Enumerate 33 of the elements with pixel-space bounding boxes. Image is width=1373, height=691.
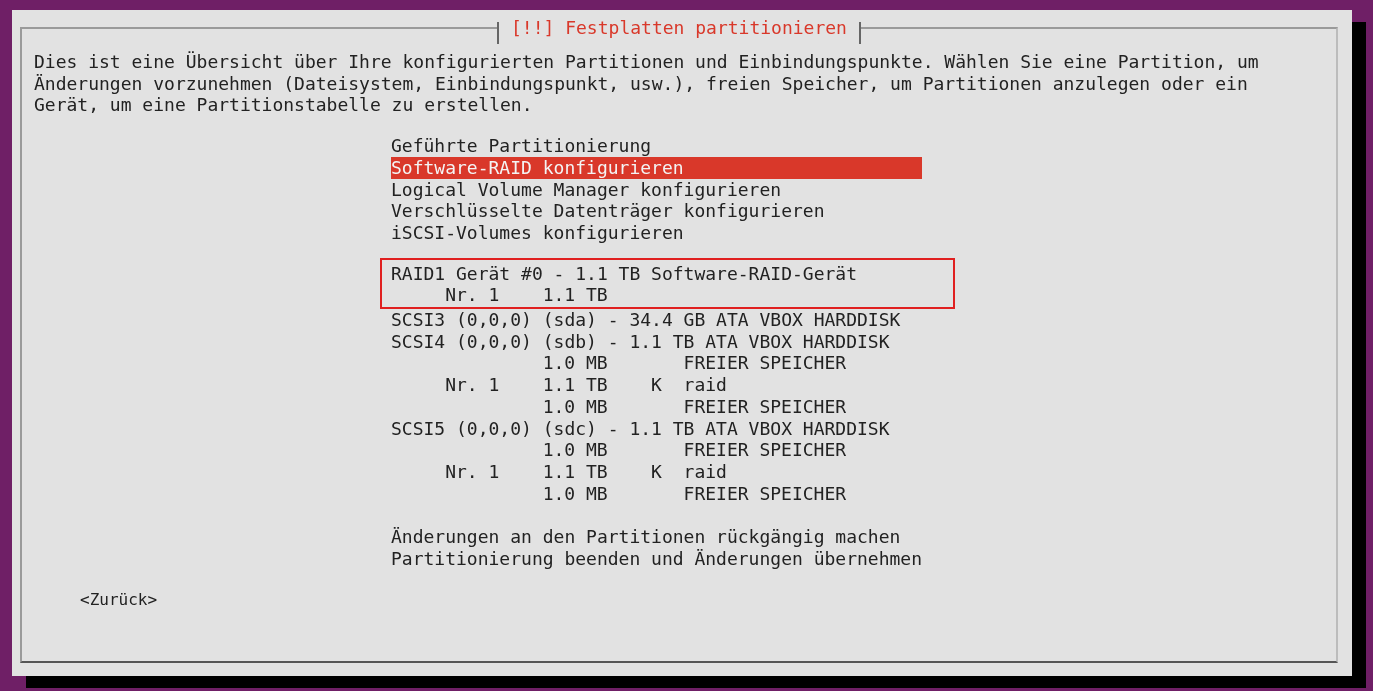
menu-item[interactable]: Partitionierung beenden und Änderungen übernehmen: [391, 547, 922, 570]
partition-size[interactable]: 1.0 MB: [542, 395, 608, 417]
menu-item[interactable]: Verschlüsselte Datenträger konfigurieren: [391, 200, 922, 222]
device-entry[interactable]: SCSI5 (0,0,0) (sdc) - 1.1 TB ATA VBOX HARDDISK: [391, 417, 922, 440]
partition-type[interactable]: raid: [683, 374, 727, 396]
partition-flag[interactable]: K: [651, 374, 662, 396]
partition-size[interactable]: 1.0 MB: [542, 352, 608, 374]
partition-number[interactable]: Nr. 1: [445, 374, 500, 396]
device-entry[interactable]: RAID1 Gerät #0 - 1.1 TB Software-RAID-Gerät: [391, 262, 922, 285]
partition-number[interactable]: Nr. 1: [445, 460, 500, 482]
partition-type[interactable]: FREIER SPEICHER: [683, 482, 847, 504]
partition-type[interactable]: FREIER SPEICHER: [683, 439, 847, 461]
device-entry[interactable]: SCSI4 (0,0,0) (sdb) - 1.1 TB ATA VBOX HARDDISK: [391, 330, 922, 353]
description-text: Änderungen vorzunehmen (Dateisystem, Einbindungspunkt, usw.), freien Speicher, um Partitionen anzulegen oder ein: [34, 72, 1249, 95]
partition-size[interactable]: 1.1 TB: [542, 374, 608, 396]
partition-type[interactable]: raid: [683, 460, 727, 482]
description-text: Gerät, um eine Partitionstabelle zu erstellen.: [34, 94, 534, 117]
partition-size[interactable]: 1.0 MB: [542, 439, 608, 461]
menu-item[interactable]: Änderungen an den Partitionen rückgängig machen: [391, 526, 922, 548]
partition-size[interactable]: 1.1 TB: [542, 460, 608, 482]
partition-size[interactable]: 1.1 TB: [542, 284, 608, 306]
menu-item[interactable]: Logical Volume Manager konfigurieren: [391, 178, 922, 201]
partition-flag[interactable]: K: [651, 460, 662, 482]
back-button[interactable]: <Zurück>: [80, 589, 158, 612]
partition-type[interactable]: FREIER SPEICHER: [683, 395, 847, 417]
device-entry[interactable]: SCSI3 (0,0,0) (sda) - 34.4 GB ATA VBOX HARDDISK: [391, 309, 922, 331]
partition-type[interactable]: FREIER SPEICHER: [683, 352, 847, 374]
partition-number[interactable]: Nr. 1: [445, 284, 500, 306]
partition-size[interactable]: 1.0 MB: [542, 482, 608, 504]
menu-item[interactable]: Software-RAID konfigurieren: [391, 156, 922, 179]
description-text: Dies ist eine Übersicht über Ihre konfigurierten Partitionen und Einbindungspunkte. Wählen Sie eine Partition, um: [34, 51, 1260, 73]
menu-item[interactable]: iSCSI-Volumes konfigurieren: [391, 221, 922, 244]
menu-item[interactable]: Geführte Partitionierung: [391, 135, 922, 157]
